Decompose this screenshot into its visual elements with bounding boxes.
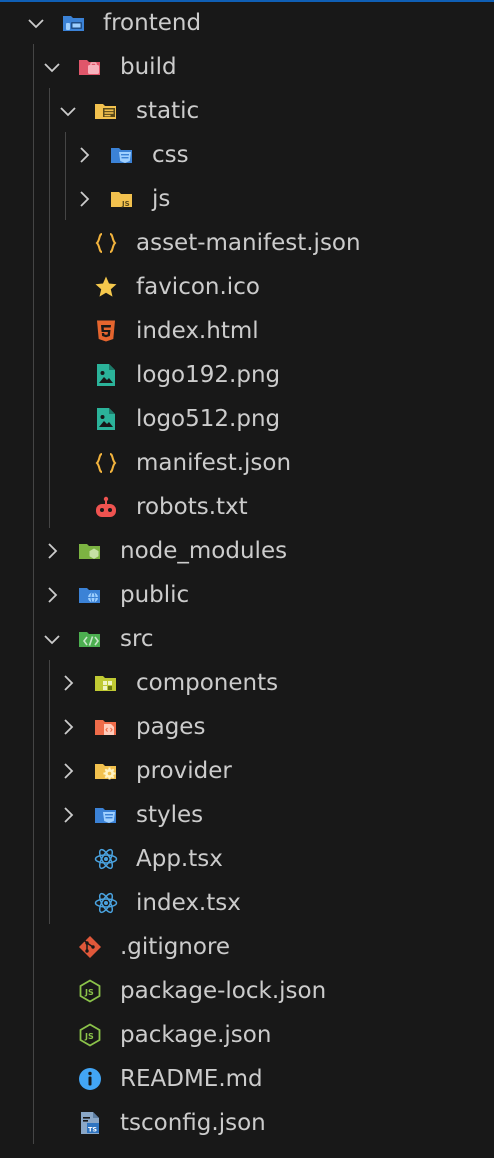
chevron-right-icon[interactable] xyxy=(58,761,78,781)
tree-item-app-tsx[interactable]: App.tsx xyxy=(0,837,494,881)
tree-item-favicon-ico[interactable]: favicon.ico xyxy=(0,265,494,309)
tree-item-label: index.html xyxy=(136,318,259,344)
tree-item-label: favicon.ico xyxy=(136,274,260,300)
tree-item-label: js xyxy=(152,186,171,212)
tree-item-label: css xyxy=(152,142,189,168)
css-folder-icon xyxy=(95,808,116,823)
css-folder-icon xyxy=(111,148,132,163)
chevron-down-icon[interactable] xyxy=(26,13,46,33)
tree-item-manifest-json[interactable]: manifest.json xyxy=(0,441,494,485)
react-icon xyxy=(94,848,118,870)
tree-item-frontend[interactable]: frontend xyxy=(0,1,494,45)
chevron-right-icon[interactable] xyxy=(74,189,94,209)
tree-item-robots-txt[interactable]: robots.txt xyxy=(0,485,494,529)
tree-item-static[interactable]: static xyxy=(0,89,494,133)
json-braces-icon xyxy=(95,453,117,473)
tree-item-label: public xyxy=(120,582,190,608)
tree-item-label: .gitignore xyxy=(120,934,231,960)
chevron-down-icon[interactable] xyxy=(42,629,62,649)
tree-item-tsconfig-json[interactable]: TS tsconfig.json xyxy=(0,1101,494,1145)
static-folder-icon xyxy=(95,104,116,119)
tree-item-label: logo512.png xyxy=(136,406,281,432)
star-icon xyxy=(95,276,117,297)
tree-item-label: App.tsx xyxy=(136,846,223,872)
tree-item-components[interactable]: components xyxy=(0,661,494,705)
tree-item-label: pages xyxy=(136,714,206,740)
globe-folder-icon xyxy=(79,588,100,603)
tsconfig-icon: TS xyxy=(81,1112,99,1134)
chevron-right-icon[interactable] xyxy=(58,673,78,693)
node-folder-icon xyxy=(79,544,100,559)
tree-item-index-tsx[interactable]: index.tsx xyxy=(0,881,494,925)
tree-item-index-html[interactable]: index.html xyxy=(0,309,494,353)
chevron-down-icon[interactable] xyxy=(42,57,62,77)
image-file-icon xyxy=(97,364,115,386)
nodejs-icon: JS xyxy=(79,979,101,1003)
code-folder-icon xyxy=(79,632,100,647)
react-icon xyxy=(94,892,118,914)
tree-item-logo192-png[interactable]: logo192.png xyxy=(0,353,494,397)
svg-text:JS: JS xyxy=(84,1032,94,1041)
tree-item-label: static xyxy=(136,98,200,124)
components-folder-icon xyxy=(95,676,116,691)
tree-item-label: build xyxy=(120,54,177,80)
tree-item-styles[interactable]: styles xyxy=(0,793,494,837)
tree-item-label: index.tsx xyxy=(136,890,241,916)
tree-item-label: asset-manifest.json xyxy=(136,230,361,256)
gear-folder-icon xyxy=(95,764,116,780)
tree-item-package-lock-json[interactable]: JS package-lock.json xyxy=(0,969,494,1013)
chevron-down-icon[interactable] xyxy=(58,101,78,121)
tree-item-label: provider xyxy=(136,758,232,784)
tree-item-asset-manifest-json[interactable]: asset-manifest.json xyxy=(0,221,494,265)
tree-item-label: styles xyxy=(136,802,204,828)
tree-item-label: logo192.png xyxy=(136,362,281,388)
tree-item-label: package.json xyxy=(120,1022,272,1048)
tree-item-build[interactable]: build xyxy=(0,45,494,89)
tree-item-js[interactable]: JS js xyxy=(0,177,494,221)
chevron-right-icon[interactable] xyxy=(74,145,94,165)
tree-item-label: manifest.json xyxy=(136,450,292,476)
tree-item-src[interactable]: src xyxy=(0,617,494,661)
tree-item-label: frontend xyxy=(103,10,202,36)
svg-text:JS: JS xyxy=(84,988,94,997)
file-explorer-tree: frontend build static css JS js asset-ma… xyxy=(0,0,494,1158)
tree-item-provider[interactable]: provider xyxy=(0,749,494,793)
tree-item-pages[interactable]: pages xyxy=(0,705,494,749)
tree-item-label: robots.txt xyxy=(136,494,248,520)
pages-folder-icon xyxy=(95,720,116,735)
tree-item-label: node_modules xyxy=(120,538,288,564)
tree-item-label: src xyxy=(120,626,154,652)
chevron-right-icon[interactable] xyxy=(58,717,78,737)
git-icon xyxy=(79,936,101,958)
tree-item-label: package-lock.json xyxy=(120,978,327,1004)
tree-item-label: README.md xyxy=(120,1066,263,1092)
tree-item-label: tsconfig.json xyxy=(120,1110,266,1136)
js-folder-icon: JS xyxy=(111,192,132,208)
tree-item-logo512-png[interactable]: logo512.png xyxy=(0,397,494,441)
svg-text:TS: TS xyxy=(88,1125,97,1133)
tree-item-public[interactable]: public xyxy=(0,573,494,617)
tree-item-package-json[interactable]: JS package.json xyxy=(0,1013,494,1057)
build-folder-icon xyxy=(79,60,100,75)
svg-text:JS: JS xyxy=(121,200,130,208)
tree-item-node-modules[interactable]: node_modules xyxy=(0,529,494,573)
tree-item-gitignore[interactable]: .gitignore xyxy=(0,925,494,969)
devices-folder-icon xyxy=(63,16,84,31)
chevron-right-icon[interactable] xyxy=(42,541,62,561)
image-file-icon xyxy=(97,408,115,430)
chevron-right-icon[interactable] xyxy=(58,805,78,825)
nodejs-icon: JS xyxy=(79,1023,101,1047)
chevron-right-icon[interactable] xyxy=(42,585,62,605)
tree-item-css[interactable]: css xyxy=(0,133,494,177)
tree-item-label: components xyxy=(136,670,279,696)
robot-icon xyxy=(96,496,116,517)
tree-item-readme-md[interactable]: README.md xyxy=(0,1057,494,1101)
info-icon xyxy=(79,1068,101,1090)
html5-icon xyxy=(97,320,115,342)
json-braces-icon xyxy=(95,233,117,253)
